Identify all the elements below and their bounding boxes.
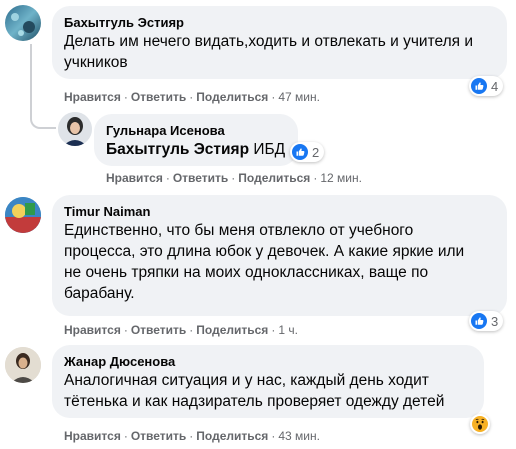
reply-button[interactable]: Ответить <box>173 171 228 185</box>
avatar-image <box>11 13 35 36</box>
comment-text-body: ИБД <box>249 141 286 158</box>
comment-text: Аналогичная ситуация и у нас, каждый ден… <box>64 372 445 410</box>
comment-bubble: Timur Naiman Единственно, что бы меня от… <box>52 195 507 316</box>
mention-link[interactable]: Бахытгуль Эстияр <box>106 141 249 158</box>
comment-author[interactable]: Гульнара Исенова <box>106 122 286 139</box>
like-icon <box>292 144 308 160</box>
separator: · <box>313 171 318 185</box>
reply-button[interactable]: Ответить <box>131 323 186 337</box>
separator: · <box>123 429 128 443</box>
comment-text: Бахытгуль Эстияр ИБД <box>106 139 286 160</box>
comment-time[interactable]: 43 мин. <box>278 429 320 443</box>
reply-button[interactable]: Ответить <box>131 429 186 443</box>
separator: · <box>271 429 276 443</box>
separator: · <box>271 323 276 337</box>
comment-text: Единственно, что бы меня отвлекло от уче… <box>64 222 465 302</box>
reaction-badge[interactable] <box>470 414 490 434</box>
comment-actions: Нравится · Ответить · Поделиться · 1 ч. <box>64 323 298 337</box>
like-icon <box>471 313 487 329</box>
like-icon <box>471 78 487 94</box>
separator: · <box>231 171 236 185</box>
comment-author[interactable]: Жанар Дюсенова <box>64 353 472 370</box>
comment-time[interactable]: 1 ч. <box>278 323 298 337</box>
separator: · <box>165 171 170 185</box>
reaction-count: 2 <box>312 144 320 160</box>
reaction-badge[interactable]: 3 <box>469 311 504 331</box>
thread-connector <box>30 44 56 129</box>
avatar[interactable] <box>5 347 41 383</box>
like-button[interactable]: Нравится <box>64 429 121 443</box>
separator: · <box>189 90 194 104</box>
wow-icon <box>472 416 488 432</box>
avatar-image <box>58 112 92 146</box>
share-button[interactable]: Поделиться <box>196 323 268 337</box>
reaction-count: 4 <box>491 78 499 94</box>
avatar[interactable] <box>5 197 41 233</box>
comment-bubble: Жанар Дюсенова Аналогичная ситуация и у … <box>52 345 484 418</box>
comment-actions: Нравится · Ответить · Поделиться · 47 мин. <box>64 90 320 104</box>
like-button[interactable]: Нравится <box>64 323 121 337</box>
share-button[interactable]: Поделиться <box>238 171 310 185</box>
comment-time[interactable]: 47 мин. <box>278 90 320 104</box>
comment-bubble: Гульнара Исенова Бахытгуль Эстияр ИБД <box>94 114 298 166</box>
comment-bubble: Бахытгуль Эстияр Делать им нечего видать… <box>52 6 507 79</box>
separator: · <box>189 323 194 337</box>
separator: · <box>271 90 276 104</box>
separator: · <box>123 90 128 104</box>
avatar[interactable] <box>5 5 41 41</box>
reaction-badge[interactable]: 4 <box>469 76 504 96</box>
comment-author[interactable]: Бахытгуль Эстияр <box>64 14 495 31</box>
like-button[interactable]: Нравится <box>64 90 121 104</box>
reaction-count: 3 <box>491 313 499 329</box>
like-button[interactable]: Нравится <box>106 171 163 185</box>
avatar[interactable] <box>58 112 92 146</box>
separator: · <box>189 429 194 443</box>
reply-button[interactable]: Ответить <box>131 90 186 104</box>
reaction-badge[interactable]: 2 <box>290 142 325 162</box>
comment-author[interactable]: Timur Naiman <box>64 203 495 220</box>
avatar-image <box>5 347 41 383</box>
comment-text: Делать им нечего видать,ходить и отвлека… <box>64 33 474 71</box>
comment-actions: Нравится · Ответить · Поделиться · 12 мин. <box>106 171 362 185</box>
share-button[interactable]: Поделиться <box>196 90 268 104</box>
share-button[interactable]: Поделиться <box>196 429 268 443</box>
avatar-image <box>5 197 41 233</box>
comment-time[interactable]: 12 мин. <box>320 171 362 185</box>
separator: · <box>123 323 128 337</box>
comment-actions: Нравится · Ответить · Поделиться · 43 мин. <box>64 429 320 443</box>
